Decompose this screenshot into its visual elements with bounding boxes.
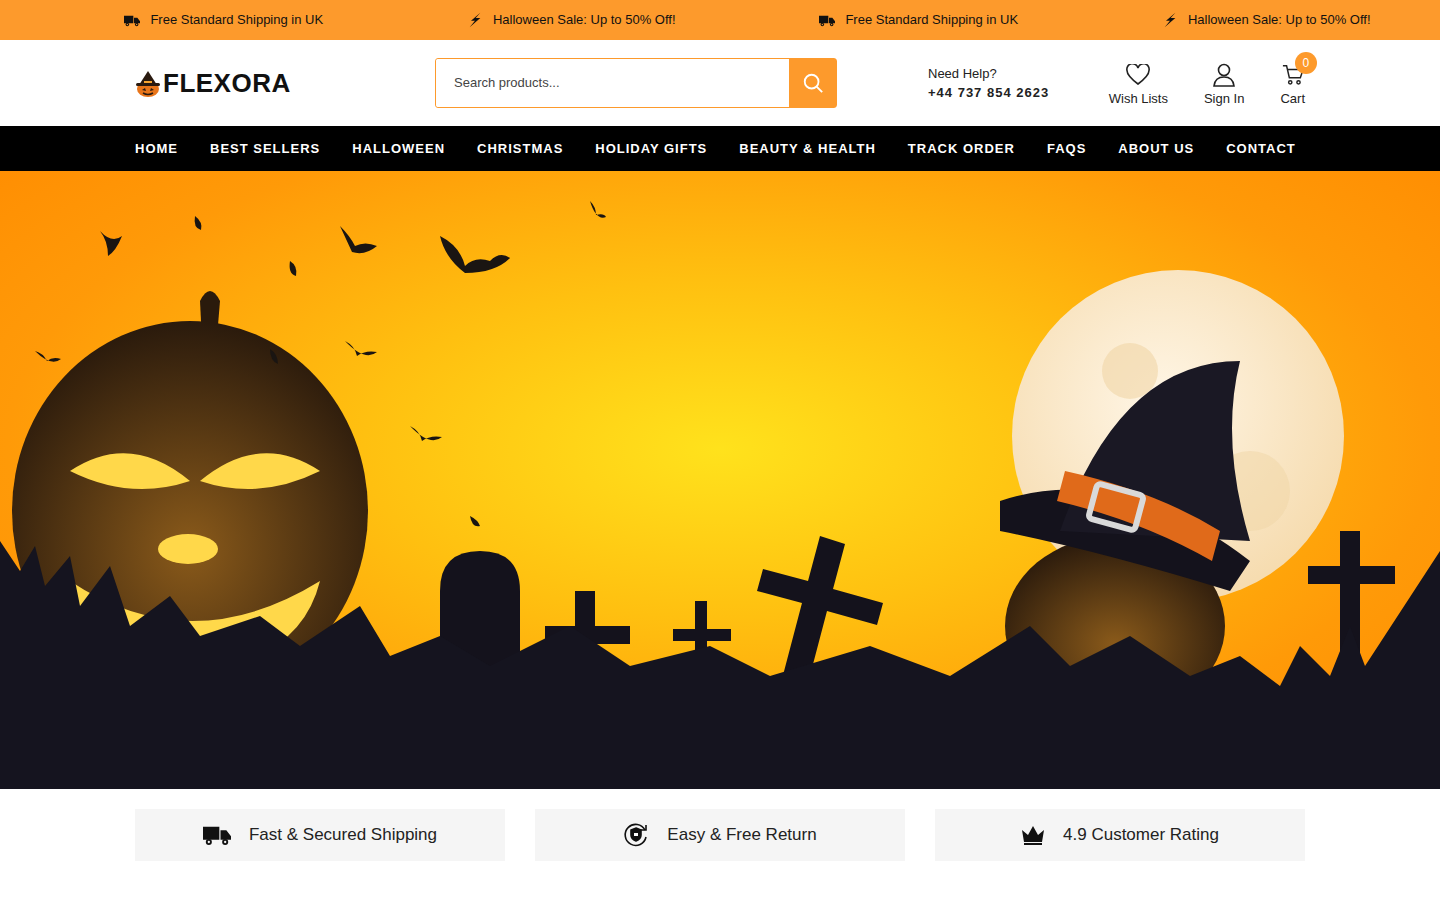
announcement-text: Halloween Sale: Up to 50% Off!: [1188, 10, 1371, 30]
search-button[interactable]: [789, 59, 836, 107]
feature-card: Fast & Secured Shipping: [135, 809, 505, 861]
nav-item[interactable]: BEAUTY & HEALTH: [739, 127, 876, 171]
feature-text: 4.9 Customer Rating: [1063, 822, 1219, 848]
announcement-item[interactable]: Halloween Sale: Up to 50% Off!: [1162, 10, 1371, 30]
user-icon: [1213, 62, 1235, 88]
announcement-text: Free Standard Shipping in UK: [845, 10, 1018, 30]
cart-link[interactable]: Cart0: [1280, 62, 1305, 105]
features: Fast & Secured Shipping Easy & Free Retur…: [0, 789, 1440, 861]
shield-return-icon: [623, 822, 649, 848]
action-label: Wish Lists: [1109, 92, 1168, 105]
feature-card: 4.9 Customer Rating: [935, 809, 1305, 861]
nav-item[interactable]: FAQS: [1047, 127, 1086, 171]
announcement-item[interactable]: Halloween Sale: Up to 50% Off!: [467, 10, 676, 30]
help-label: Need Help?: [928, 67, 1049, 80]
nav-item[interactable]: HALLOWEEN: [352, 127, 445, 171]
search-input[interactable]: [436, 59, 789, 107]
search-form: [435, 58, 837, 108]
wishlist-link[interactable]: Wish Lists: [1109, 62, 1168, 105]
crown-icon: [1021, 825, 1045, 845]
search-icon: [802, 72, 824, 94]
announcement-text: Halloween Sale: Up to 50% Off!: [493, 10, 676, 30]
nav-item[interactable]: ABOUT US: [1118, 127, 1194, 171]
witch-pumpkin-icon: [135, 69, 161, 97]
nav-item[interactable]: TRACK ORDER: [908, 127, 1015, 171]
help-phone[interactable]: +44 737 854 2623: [928, 86, 1049, 99]
help-block: Need Help? +44 737 854 2623: [928, 67, 1049, 99]
announcement-text: Free Standard Shipping in UK: [150, 10, 323, 30]
hero-banner[interactable]: [0, 171, 1440, 789]
account-link[interactable]: Sign In: [1204, 62, 1244, 105]
feature-card: Easy & Free Return: [535, 809, 905, 861]
logo[interactable]: FLEXORA: [135, 69, 435, 97]
site-header: FLEXORA Need Help? +44 737 854 2623 Wish…: [0, 40, 1440, 126]
nav-item[interactable]: CONTACT: [1226, 127, 1296, 171]
nav-item[interactable]: HOLIDAY GIFTS: [595, 127, 707, 171]
feature-text: Easy & Free Return: [667, 822, 816, 848]
header-actions: Wish Lists Sign In Cart0: [1109, 62, 1305, 105]
announcement-item[interactable]: Free Standard Shipping in UK: [124, 10, 323, 30]
action-label: Sign In: [1204, 92, 1244, 105]
logo-text: FLEXORA: [163, 70, 291, 96]
truck-icon: [124, 14, 140, 27]
truck-icon: [203, 824, 231, 846]
announcement-item[interactable]: Free Standard Shipping in UK: [819, 10, 1018, 30]
feature-text: Fast & Secured Shipping: [249, 822, 437, 848]
nav-item[interactable]: BEST SELLERS: [210, 127, 320, 171]
announcement-bar: Free Standard Shipping in UK Halloween Sa…: [0, 0, 1440, 40]
truck-icon: [819, 14, 835, 27]
announcement-list: Free Standard Shipping in UK Halloween Sa…: [0, 0, 1440, 40]
main-nav: HOME BEST SELLERS HALLOWEEN CHRISTMAS HOLIDA…: [0, 126, 1440, 171]
action-label: Cart: [1280, 92, 1305, 105]
nav-item[interactable]: HOME: [135, 127, 178, 171]
heart-icon: [1126, 62, 1150, 88]
nav-item[interactable]: CHRISTMAS: [477, 127, 563, 171]
lightning-icon: [1162, 12, 1178, 28]
lightning-icon: [467, 12, 483, 28]
cart-count-badge: 0: [1295, 52, 1317, 74]
halloween-scene-icon: [0, 171, 1440, 789]
